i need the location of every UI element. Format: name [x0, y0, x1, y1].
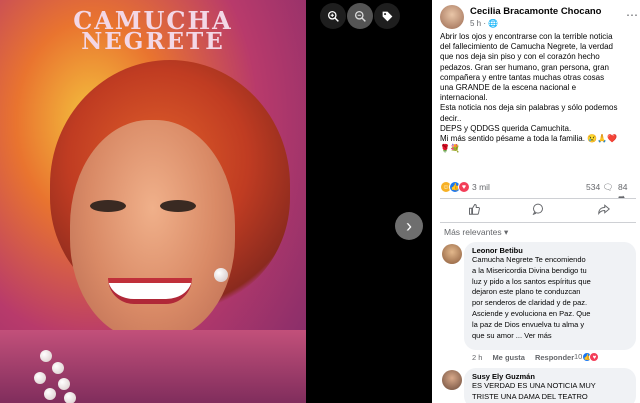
comment-reaction-count: 10	[574, 352, 583, 361]
zoom-out-button[interactable]	[347, 3, 373, 29]
tag-photo-button[interactable]	[374, 3, 400, 29]
comment-text-line: a la Misericordia Divina bendigo tu	[472, 265, 587, 275]
reaction-summary[interactable]: ☺👍 ♥ 3 mil 534 🗨 84 ➦	[440, 181, 636, 202]
photo-smile	[108, 278, 192, 304]
post-photo: CAMUCHA NEGRETE	[0, 0, 306, 403]
more-options-icon[interactable]: ⋯	[626, 8, 638, 22]
comment-text-line: TRISTE UNA DAMA DEL TEATRO	[472, 391, 588, 401]
comment-text-line: la paz de Dios envuelva tu alma y	[472, 319, 585, 329]
post-text-line: 🌹💐	[440, 144, 460, 154]
avatar[interactable]	[440, 5, 464, 29]
comment-text-line: Camucha Negrete Te encomiendo	[472, 255, 586, 264]
post-text-line: que nos deja sin piso y con el corazón h…	[440, 52, 600, 62]
photo-face	[70, 120, 235, 340]
tag-icon	[382, 11, 392, 21]
comment-icon	[532, 203, 543, 216]
comment-text-line: dejaron este plano te conduzcan	[472, 287, 581, 297]
next-photo-button[interactable]: ›	[395, 212, 423, 240]
post-meta: 5 h · 🌐	[470, 19, 499, 28]
comment-button[interactable]	[530, 203, 546, 219]
comment-text-line: luz y pido a los santos espíritus que	[472, 276, 591, 286]
share-count[interactable]: 84 ➦	[618, 182, 636, 203]
reaction-count[interactable]: 3 mil	[472, 182, 490, 192]
post-text-line: Mi más sentido pésame a toda la familia.…	[440, 134, 618, 144]
pearl	[44, 388, 56, 400]
comment-author[interactable]: Leonor Betibu	[472, 246, 628, 255]
love-reaction-icon: ♥	[458, 181, 470, 193]
avatar[interactable]	[442, 244, 462, 264]
share-icon: ➦	[618, 192, 626, 202]
like-button[interactable]	[466, 203, 482, 219]
globe-icon: 🌐	[488, 19, 499, 28]
divider	[440, 222, 636, 223]
thumbs-up-icon	[469, 204, 480, 215]
post-text-line: una GRANDE de la escena nacional e	[440, 83, 577, 93]
pearl	[58, 378, 70, 390]
comment-text-line: Asciende y evoluciona en Paz. Que	[472, 308, 591, 318]
zoom-in-icon	[327, 10, 339, 22]
post-time[interactable]: 5 h	[470, 19, 481, 28]
post-text-line: pedazos. Gran ser humano, gran persona, …	[440, 62, 609, 72]
photo-eye-right	[160, 200, 196, 212]
comment-meta: 2 h Me gusta Responder	[472, 353, 584, 362]
post-text-line: internacional.	[440, 93, 488, 103]
pearl	[40, 350, 52, 362]
comment-text-line: por senderos de claridad y de paz.	[472, 298, 588, 308]
pearl	[34, 372, 46, 384]
share-button[interactable]	[596, 203, 612, 219]
reaction-icons: ☺👍 ♥	[440, 181, 470, 193]
comment-like-button[interactable]: Me gusta	[492, 353, 525, 362]
pearl	[64, 392, 76, 403]
post-header: Cecilia Bracamonte Chocano 5 h · 🌐 ⋯	[440, 5, 640, 31]
poster-title-line2: NEGRETE	[81, 28, 225, 55]
post-text-line: DEPS y QDDGS querida Camuchita.	[440, 123, 572, 133]
post-actions	[440, 203, 636, 221]
comment-text-line: ES VERDAD ES UNA NOTICIA MUY	[472, 381, 596, 390]
chevron-right-icon: ›	[406, 215, 412, 236]
pearl	[52, 362, 64, 374]
comment-count[interactable]: 534 🗨	[586, 182, 613, 193]
post-text-line: compañera y entre tantas muchas otras co…	[440, 72, 605, 82]
comment-filter[interactable]: Más relevantes ▾	[444, 227, 508, 238]
zoom-out-icon	[354, 10, 366, 22]
post-text-line: del fallecimiento de Camucha Negrete, la…	[440, 42, 613, 52]
post-text-line: decir..	[440, 113, 462, 123]
photo-eye-left	[90, 200, 126, 212]
zoom-in-button[interactable]	[320, 3, 346, 29]
comment-bubble: Susy Ely Guzmán ES VERDAD ES UNA NOTICIA…	[464, 368, 636, 403]
love-reaction-icon: ♥	[589, 352, 600, 362]
photo-earring	[214, 268, 228, 282]
comment-reactions[interactable]: 10👍♥	[574, 352, 600, 362]
post-text-line: Abrir los ojos y encontrarse con la terr…	[440, 32, 613, 41]
share-icon	[598, 204, 611, 216]
chevron-down-icon: ▾	[504, 227, 509, 237]
comment-count-value: 534	[586, 182, 601, 192]
post-panel: Cecilia Bracamonte Chocano 5 h · 🌐 ⋯ Abr…	[432, 0, 640, 403]
post-text-line: Esta noticia nos deja sin palabras y sól…	[440, 103, 618, 113]
comment-icon: 🗨	[602, 182, 614, 192]
comment-filter-label: Más relevantes	[444, 227, 502, 237]
comment-author[interactable]: Susy Ely Guzmán	[472, 372, 628, 381]
share-count-value: 84	[618, 182, 628, 192]
avatar[interactable]	[442, 370, 462, 390]
comment-reply-button[interactable]: Responder	[535, 353, 574, 362]
comment-text-line[interactable]: que su amor ... Ver más	[472, 331, 628, 342]
divider	[440, 198, 636, 199]
comment-time[interactable]: 2 h	[472, 353, 482, 362]
post-body: Abrir los ojos y encontrarse con la terr…	[440, 32, 636, 154]
author-name[interactable]: Cecilia Bracamonte Chocano	[470, 6, 601, 17]
comment-bubble: Leonor Betibu Camucha Negrete Te encomie…	[464, 242, 636, 350]
photo-viewer: CAMUCHA NEGRETE ›	[0, 0, 432, 403]
